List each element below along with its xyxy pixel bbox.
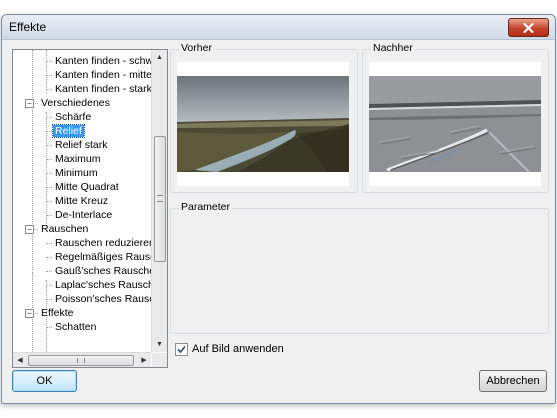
- tree-item-label: Relief stark: [55, 139, 108, 151]
- tree-horizontal-scrollbar[interactable]: ◀ ▶: [13, 352, 151, 367]
- tree-item-label: Kanten finden - stark: [55, 83, 151, 95]
- checkmark-icon: [177, 345, 186, 353]
- tree-connector-line: [46, 243, 52, 244]
- tree-item-label: Schärfe: [55, 111, 92, 123]
- tree-item[interactable]: Kanten finden - schwach: [53, 54, 151, 68]
- scroll-right-icon[interactable]: ▶: [137, 353, 151, 367]
- tree-item-label: Gauß'sches Rauschen hinzufügen: [55, 265, 151, 277]
- tree-item[interactable]: Rauschen reduzieren: [53, 236, 151, 250]
- effects-dialog: Effekte Kanten finden - schwachKanten fi…: [1, 14, 556, 404]
- landscape-photo-icon: [177, 76, 349, 172]
- tree-item[interactable]: Mitte Kreuz: [53, 194, 110, 208]
- tree-connector-line: [46, 271, 52, 272]
- scroll-left-icon[interactable]: ◀: [13, 353, 27, 367]
- tree-item-label: Kanten finden - schwach: [55, 55, 151, 67]
- apply-to-image-option[interactable]: Auf Bild anwenden: [175, 342, 284, 356]
- tree-item-label: Laplac'sches Rauschen: [55, 279, 151, 291]
- tree-item[interactable]: Minimum: [53, 166, 100, 180]
- parameter-group: Parameter: [170, 201, 549, 334]
- tree-connector-line: [46, 201, 52, 202]
- tree-item-label: Minimum: [55, 167, 98, 179]
- tree-connector-line: [46, 131, 52, 132]
- collapse-toggle-icon[interactable]: −: [25, 225, 34, 234]
- cancel-button[interactable]: Abbrechen: [479, 370, 547, 392]
- tree-connector-line: [46, 89, 52, 90]
- title-bar[interactable]: Effekte: [2, 15, 555, 40]
- tree-item[interactable]: Schärfe: [53, 110, 93, 124]
- tree-item-label: Rauschen reduzieren: [55, 237, 151, 249]
- tree-category[interactable]: − Verschiedenes: [25, 96, 112, 110]
- tree-connector-line: [46, 285, 52, 286]
- after-preview-label: Nachher: [371, 42, 415, 54]
- tree-item-label: Rauschen: [41, 223, 89, 235]
- tree-item[interactable]: De-Interlace: [53, 208, 114, 222]
- close-icon: [523, 22, 534, 33]
- tree-connector-line: [46, 299, 52, 300]
- tree-guide-line: [46, 50, 47, 94]
- tree-connector-line: [46, 173, 52, 174]
- effects-tree[interactable]: Kanten finden - schwach Kanten finden - m…: [12, 49, 168, 368]
- tree-item[interactable]: Kanten finden - stark: [53, 82, 151, 96]
- ok-button[interactable]: OK: [12, 370, 77, 392]
- tree-connector-line: [46, 159, 52, 160]
- tree-connector-line: [46, 257, 52, 258]
- tree-guide-line: [32, 50, 33, 270]
- tree-item[interactable]: Schatten: [53, 320, 98, 334]
- scroll-down-icon[interactable]: ▼: [152, 337, 167, 352]
- after-image: [369, 62, 541, 186]
- tree-item-label: Mitte Quadrat: [55, 181, 119, 193]
- apply-checkbox[interactable]: [175, 342, 188, 356]
- tree-item[interactable]: Laplac'sches Rauschen: [53, 278, 151, 292]
- window-title: Effekte: [9, 20, 47, 34]
- tree-item-label: Schatten: [55, 321, 97, 333]
- tree-item-label: Effekte: [41, 307, 74, 319]
- tree-connector-line: [46, 187, 52, 188]
- after-preview-group: Nachher: [362, 42, 549, 193]
- tree-item[interactable]: Relief stark: [53, 138, 110, 152]
- scroll-up-icon[interactable]: ▲: [152, 50, 167, 65]
- close-button[interactable]: [508, 18, 549, 37]
- tree-guide-line: [46, 112, 47, 226]
- collapse-toggle-icon[interactable]: −: [25, 99, 34, 108]
- tree-connector-line: [46, 145, 52, 146]
- tree-vertical-scrollbar[interactable]: ▲ ▼: [151, 50, 167, 352]
- tree-connector-line: [46, 117, 52, 118]
- vertical-scroll-thumb[interactable]: [154, 136, 166, 262]
- tree-item-label: Kanten finden - mittel: [55, 69, 151, 81]
- tree-connector-line: [46, 327, 52, 328]
- tree-category[interactable]: − Effekte: [25, 306, 76, 320]
- tree-connector-line: [46, 75, 52, 76]
- scroll-corner: [152, 353, 167, 367]
- tree-item-label: Verschiedenes: [41, 97, 110, 109]
- tree-item-label: Maximum: [55, 153, 101, 165]
- before-preview-label: Vorher: [179, 42, 214, 54]
- tree-item-label: Mitte Kreuz: [55, 195, 109, 207]
- tree-item-label: Regelmäßiges Rauschen: [55, 251, 151, 263]
- tree-item[interactable]: Kanten finden - mittel: [53, 68, 151, 82]
- before-preview-group: Vorher: [170, 42, 358, 193]
- tree-item[interactable]: Poisson'sches Rauschen: [53, 292, 151, 306]
- tree-item-label: Relief: [52, 124, 85, 138]
- tree-item[interactable]: Regelmäßiges Rauschen: [53, 250, 151, 264]
- tree-item-label: De-Interlace: [55, 209, 113, 221]
- tree-connector-line: [46, 215, 52, 216]
- tree-item-label: Poisson'sches Rauschen: [55, 293, 151, 305]
- tree-connector-line: [46, 61, 52, 62]
- parameter-label: Parameter: [179, 201, 233, 213]
- collapse-toggle-icon[interactable]: −: [25, 309, 34, 318]
- apply-checkbox-label: Auf Bild anwenden: [192, 343, 284, 355]
- tree-item[interactable]: Gauß'sches Rauschen hinzufügen: [53, 264, 151, 278]
- tree-items: Kanten finden - schwach Kanten finden - m…: [13, 50, 151, 352]
- before-image: [177, 62, 349, 186]
- tree-item[interactable]: Maximum: [53, 152, 103, 166]
- relief-photo-icon: [369, 76, 541, 173]
- tree-item[interactable]: Relief: [52, 124, 85, 138]
- horizontal-scroll-thumb[interactable]: [28, 355, 134, 366]
- tree-item[interactable]: Mitte Quadrat: [53, 180, 121, 194]
- tree-category[interactable]: − Rauschen: [25, 222, 90, 236]
